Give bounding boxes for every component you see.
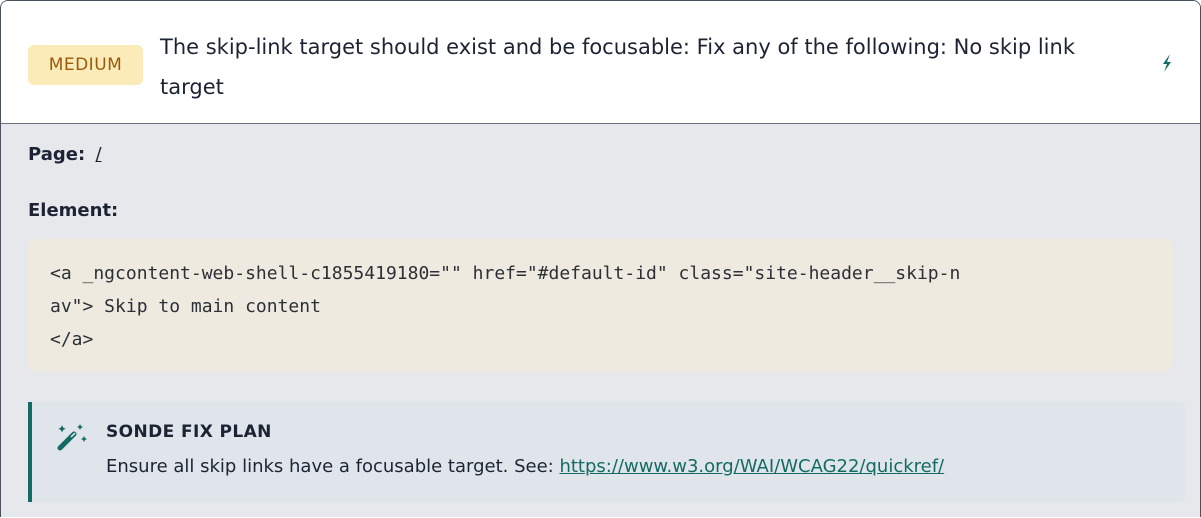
issue-card: MEDIUM The skip-link target should exist… (0, 0, 1201, 517)
page-label: Page: (28, 144, 86, 165)
fix-plan-heading: SONDE FIX PLAN (106, 422, 272, 442)
fix-plan-text: Ensure all skip links have a focusable t… (106, 456, 944, 477)
fix-plan-panel: SONDE FIX PLAN Ensure all skip links hav… (28, 402, 1186, 502)
page-link[interactable]: / (95, 144, 101, 165)
element-code: <a _ngcontent-web-shell-c1855419180="" h… (50, 263, 961, 350)
element-label: Element: (28, 200, 119, 221)
severity-badge: MEDIUM (28, 45, 143, 85)
magic-wand-icon (57, 424, 87, 451)
issue-title: The skip-link target should exist and be… (160, 35, 1075, 99)
fix-plan-accent-bar (28, 402, 32, 502)
fix-plan-link[interactable]: https://www.w3.org/WAI/WCAG22/quickref/ (559, 456, 944, 477)
bolt-icon[interactable] (1158, 53, 1176, 73)
page-row: Page: / (28, 144, 102, 165)
fix-plan-description: Ensure all skip links have a focusable t… (106, 456, 560, 477)
element-code-block: <a _ngcontent-web-shell-c1855419180="" h… (28, 239, 1173, 372)
issue-header[interactable]: MEDIUM The skip-link target should exist… (1, 1, 1200, 124)
